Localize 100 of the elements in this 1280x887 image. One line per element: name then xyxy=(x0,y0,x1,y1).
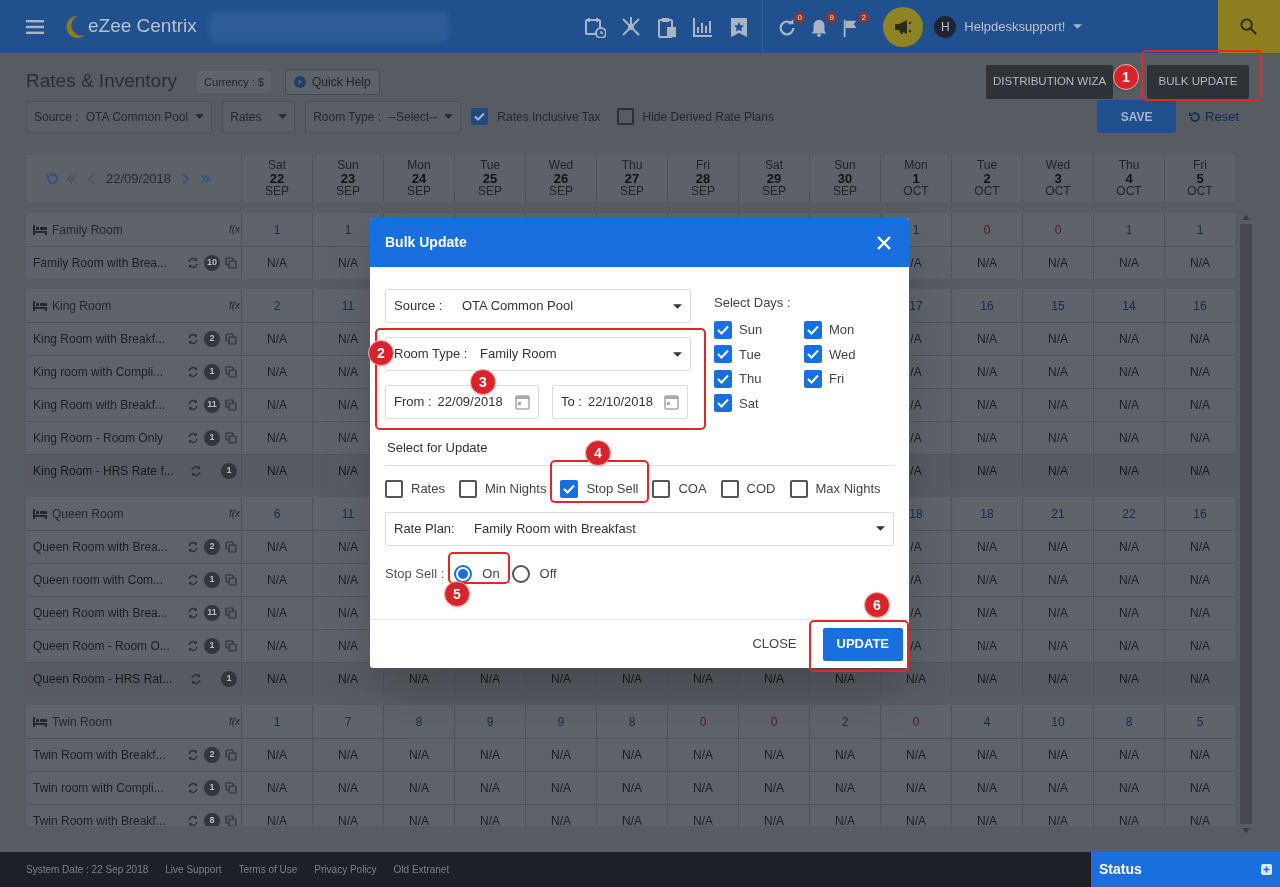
footer-link[interactable]: Live Support xyxy=(165,862,222,877)
toolbar-button[interactable]: DISTRIBUTION WIZA xyxy=(986,64,1113,99)
availability-count: 16 xyxy=(980,297,994,315)
rate-cell-text: N/A xyxy=(338,364,358,381)
update-button[interactable]: UPDATE xyxy=(822,627,903,661)
copy-icon[interactable] xyxy=(225,574,237,586)
close-button[interactable]: CLOSE xyxy=(752,634,797,654)
checkbox[interactable] xyxy=(804,369,822,388)
copy-icon[interactable] xyxy=(225,432,237,444)
copy-icon[interactable] xyxy=(225,257,237,269)
calendar-icon[interactable] xyxy=(515,394,530,410)
copy-icon[interactable] xyxy=(225,782,237,794)
rate-plan-dropdown[interactable]: Rate Plan: Family Room with Breakfast xyxy=(385,511,894,546)
rate-cell-text: N/A xyxy=(267,671,287,688)
checkbox[interactable] xyxy=(652,479,671,498)
copy-icon[interactable] xyxy=(225,399,237,411)
sync-icon[interactable] xyxy=(190,673,202,685)
availability-count: 1 xyxy=(273,713,281,731)
scroll-down-icon[interactable] xyxy=(1242,828,1250,833)
scroll-up-icon[interactable] xyxy=(1242,215,1250,220)
checkbox[interactable] xyxy=(616,108,634,125)
copy-icon[interactable] xyxy=(225,366,237,378)
checkbox[interactable] xyxy=(804,320,822,339)
radio-button[interactable] xyxy=(511,564,530,583)
checkbox[interactable] xyxy=(471,108,489,125)
copy-icon[interactable] xyxy=(225,333,237,345)
checkbox-label: Sun xyxy=(739,321,763,339)
rate-cell-text: N/A xyxy=(267,813,287,826)
checkbox[interactable] xyxy=(714,345,732,364)
checkbox[interactable] xyxy=(720,479,739,498)
copy-icon[interactable] xyxy=(225,815,237,826)
app-name: eZee Centrix xyxy=(88,14,197,39)
rate-cell-text: N/A xyxy=(1190,364,1210,381)
rate-cell-text: N/A xyxy=(906,780,926,797)
checkbox[interactable] xyxy=(789,479,808,498)
rate-cell-text: N/A xyxy=(480,747,500,764)
copy-icon[interactable] xyxy=(225,640,237,652)
copy-icon[interactable] xyxy=(225,541,237,553)
sync-icon[interactable] xyxy=(187,782,199,794)
rate-plan-name: King Room - Room Only xyxy=(33,430,164,447)
footer-link[interactable]: Old Extranet xyxy=(393,862,450,877)
chevron-right-icon[interactable] xyxy=(179,172,192,185)
checkbox[interactable] xyxy=(458,479,477,498)
to-date-field[interactable]: To : 22/10/2018 xyxy=(552,385,688,419)
calendar-icon[interactable] xyxy=(664,394,679,410)
double-chevron-right-icon[interactable] xyxy=(199,172,212,185)
sync-icon[interactable] xyxy=(187,607,199,619)
checkmark-icon xyxy=(717,398,729,409)
clipboard-icon[interactable] xyxy=(656,15,679,38)
checkbox[interactable] xyxy=(804,345,822,364)
user-name[interactable]: Helpdesksupport! xyxy=(964,16,1066,37)
sync-icon[interactable] xyxy=(187,541,199,553)
checkbox[interactable] xyxy=(714,320,732,339)
checkbox-label: Wed xyxy=(829,345,856,364)
toolbar-button[interactable]: BULK UPDATE xyxy=(1147,64,1249,99)
checkbox[interactable] xyxy=(714,369,732,388)
rate-cell-text: N/A xyxy=(977,430,997,447)
quick-help-button[interactable]: Quick Help xyxy=(284,68,380,95)
network-icon[interactable] xyxy=(620,15,643,38)
sync-icon[interactable] xyxy=(187,574,199,586)
sync-icon[interactable] xyxy=(190,465,202,477)
rate-plan-name: Family Room with Brea... xyxy=(33,255,168,272)
footer-link[interactable]: Terms of Use xyxy=(238,862,298,877)
availability-count: 0 xyxy=(983,221,991,239)
sync-icon[interactable] xyxy=(187,432,199,444)
status-panel[interactable]: Status xyxy=(1091,852,1280,887)
room-type-dropdown[interactable]: Room Type : --Select-- xyxy=(305,100,462,133)
footer-link[interactable]: Privacy Policy xyxy=(314,862,377,877)
checkbox[interactable] xyxy=(714,394,732,413)
sync-icon[interactable] xyxy=(187,366,199,378)
bar-chart-icon[interactable] xyxy=(692,15,715,38)
checkbox[interactable] xyxy=(560,479,579,498)
availability-count: 1 xyxy=(1125,221,1133,239)
day-name: Mon xyxy=(904,159,928,172)
rate-cell-text: N/A xyxy=(835,671,855,688)
source-dropdown[interactable]: Source : OTA Common Pool xyxy=(385,289,691,323)
sync-icon[interactable] xyxy=(187,399,199,411)
room-type-dropdown[interactable]: Room Type : Family Room xyxy=(385,337,691,371)
sync-icon[interactable] xyxy=(187,333,199,345)
save-button[interactable]: SAVE xyxy=(1097,100,1177,133)
source-dropdown[interactable]: Source : OTA Common Pool xyxy=(26,100,213,133)
rate-cell-text: N/A xyxy=(1190,430,1210,447)
rates-dropdown[interactable]: Rates xyxy=(222,100,296,133)
sync-icon[interactable] xyxy=(187,640,199,652)
sync-icon[interactable] xyxy=(187,815,199,826)
menu-icon[interactable] xyxy=(26,19,44,34)
rate-cell-text: N/A xyxy=(764,813,784,826)
close-icon[interactable] xyxy=(877,235,891,250)
copy-icon[interactable] xyxy=(225,749,237,761)
search-button[interactable] xyxy=(1218,0,1280,53)
day-name: Thu xyxy=(621,159,643,172)
sync-icon[interactable] xyxy=(187,749,199,761)
copy-icon[interactable] xyxy=(225,607,237,619)
announcement-button[interactable] xyxy=(883,6,924,47)
checkbox[interactable] xyxy=(385,479,403,498)
field-value: --Select-- xyxy=(388,108,438,126)
sync-icon[interactable] xyxy=(187,257,199,269)
calendar-clock-icon[interactable] xyxy=(584,15,607,38)
rate-cell-text: N/A xyxy=(1048,364,1068,381)
expand-icon[interactable] xyxy=(1261,864,1272,875)
